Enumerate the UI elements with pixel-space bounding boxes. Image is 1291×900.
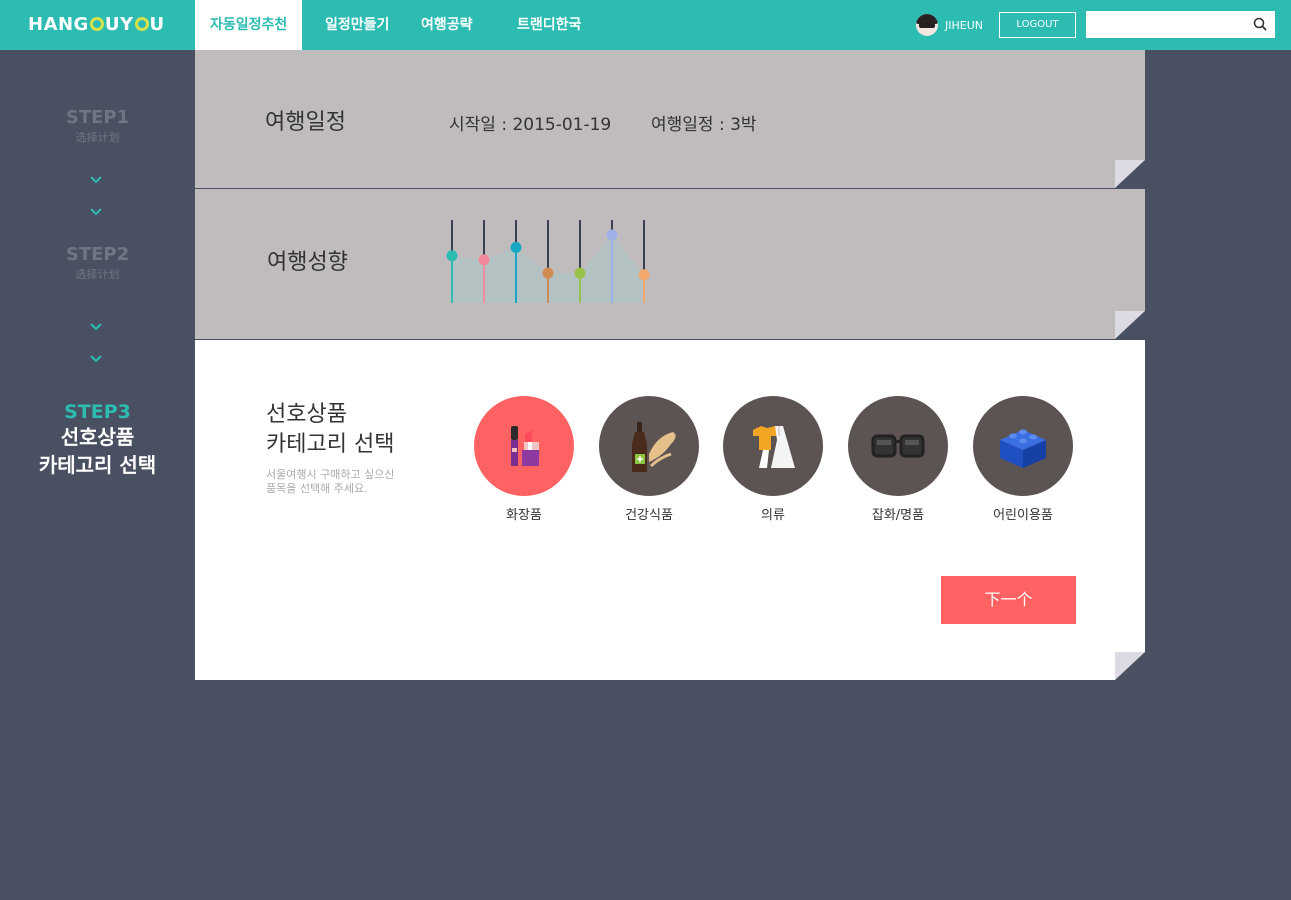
main-nav: 자동일정추천 일정만들기 여행공략 트랜디한국 [195,0,600,50]
logout-button[interactable]: LOGOUT [999,12,1076,38]
schedule-panel: 여행일정 시작일 : 2015-01-19 여행일정 : 3박 [195,50,1145,188]
nav-travel-guide[interactable]: 여행공략 [398,0,490,50]
sunglasses-icon [871,434,925,458]
step-2[interactable]: STEP2 选择计划 [0,244,195,282]
tendency-panel: 여행성향 [195,189,1145,339]
category-label: 화장품 [506,508,542,523]
description-line-1: 서울여행시 구매하고 싶으신 [266,468,395,481]
avatar [916,14,938,36]
category-label: 의류 [761,508,785,523]
toy-block-icon [1000,429,1046,468]
category-panel: 선호상품 카테고리 선택 서울여행시 구매하고 싶으신 품목을 선택해 주세요.… [195,340,1145,680]
category-health-food[interactable]: 건강식품 [599,396,699,523]
step-2-label: 选择计划 [75,268,120,281]
tendency-title: 여행성향 [267,250,348,275]
chevron-down-icon [90,355,102,363]
ginseng-bottle-icon [632,422,676,472]
category-title: 선호상품 카테고리 선택 [266,400,394,460]
logo-o-icon [89,17,104,31]
chevron-down-icon [90,176,102,184]
logo-text-3: U [149,13,165,35]
username: JIHEUN [945,18,983,32]
slider-knob[interactable] [446,250,458,262]
slider-knob[interactable] [606,229,618,241]
category-label: 잡화/명품 [871,508,925,523]
nav-auto-recommend[interactable]: 자동일정추천 [195,0,302,50]
schedule-title: 여행일정 [265,110,346,135]
logo-text-1: HANG [28,13,89,35]
slider-knob[interactable] [478,254,490,266]
category-accessories-luxury[interactable]: 잡화/명품 [848,396,948,523]
step-3-label-1: 선호상품 [60,425,135,449]
logo-text-2: UY [104,13,134,35]
slider-knob[interactable] [542,267,554,279]
category-title-line-1: 선호상품 [266,402,347,427]
tendency-sliders[interactable] [440,217,660,307]
step-1[interactable]: STEP1 选择计划 [0,107,195,145]
search-box [1086,11,1275,38]
step-2-number: STEP2 [65,244,130,265]
step-3[interactable]: STEP3 선호상품 카테고리 선택 [0,401,195,479]
category-label: 어린이용품 [993,508,1053,523]
clothing-icon [753,426,795,468]
page-fold-icon [1115,311,1145,339]
description-line-2: 품목을 선택해 주세요. [266,482,368,495]
category-label: 건강식품 [625,508,673,523]
step-3-label-2: 카테고리 선택 [38,453,157,477]
category-list: 화장품 건강식품 의류 잡화/명품 어린이용품 [474,396,1098,523]
category-kids[interactable]: 어린이용품 [973,396,1073,523]
slider-knob[interactable] [510,241,522,253]
nav-make-schedule[interactable]: 일정만들기 [302,0,398,50]
logo-o-icon [134,17,149,31]
category-title-line-2: 카테고리 선택 [266,432,395,457]
category-clothing[interactable]: 의류 [723,396,823,523]
step-1-number: STEP1 [65,107,130,128]
step-1-label: 选择计划 [75,131,120,144]
slider-knob[interactable] [638,269,650,281]
user-info[interactable]: JIHEUN [916,14,983,36]
top-bar: HANG UY U 자동일정추천 일정만들기 여행공략 트랜디한국 JIHEUN… [0,0,1291,50]
page-fold-icon [1115,652,1145,680]
search-icon[interactable] [1253,17,1267,31]
next-button[interactable]: 下一个 [941,576,1076,624]
slider-knob[interactable] [574,267,586,279]
logo[interactable]: HANG UY U [28,10,165,38]
chevron-down-icon [90,208,102,216]
category-cosmetics[interactable]: 화장품 [474,396,574,523]
step-3-number: STEP3 [64,401,131,423]
chevron-down-icon [90,323,102,331]
trip-length: 여행일정 : 3박 [651,115,757,135]
lipstick-icon [511,426,539,466]
nav-trendy-korea[interactable]: 트랜디한국 [490,0,600,50]
search-input[interactable] [1086,11,1246,38]
category-description: 서울여행시 구매하고 싶으신 품목을 선택해 주세요. [266,468,436,496]
start-date: 시작일 : 2015-01-19 [449,115,612,135]
page-fold-icon [1115,160,1145,188]
